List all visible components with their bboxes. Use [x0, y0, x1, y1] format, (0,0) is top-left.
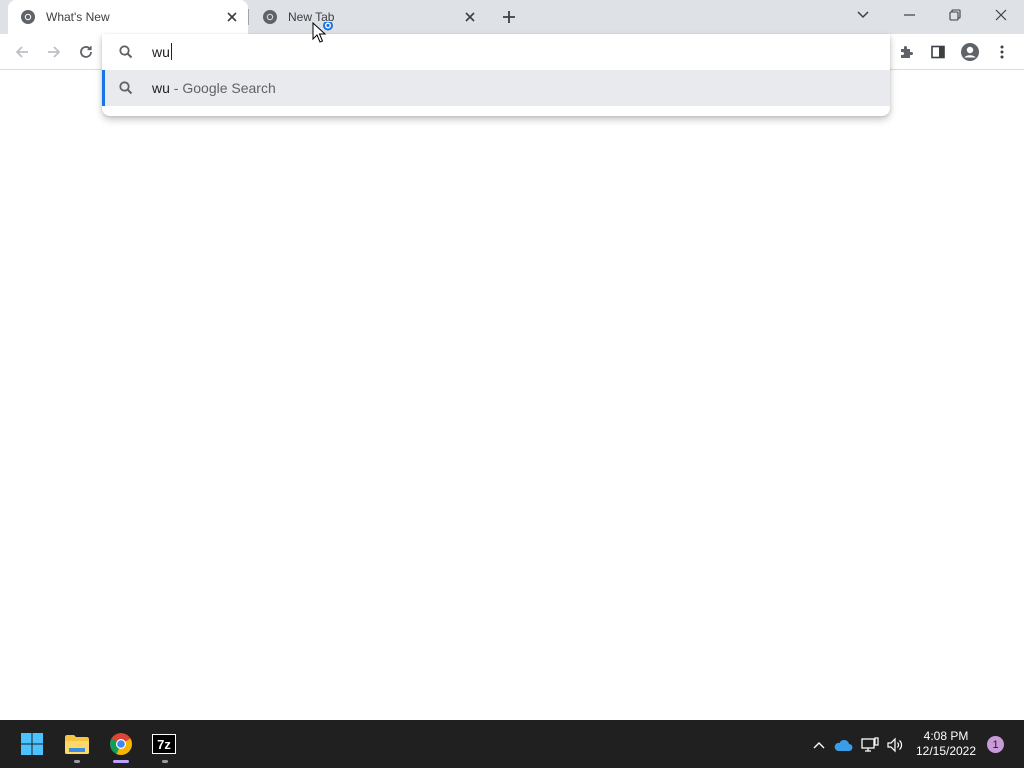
network-button[interactable]	[859, 735, 881, 755]
avatar-icon	[961, 43, 979, 61]
mouse-cursor-icon	[312, 20, 336, 46]
reload-icon	[80, 46, 92, 58]
notification-badge[interactable]: 1	[987, 736, 1004, 753]
close-window-button[interactable]	[978, 0, 1024, 30]
minimize-icon	[903, 14, 915, 16]
omnibox-input-value: wu	[152, 43, 170, 60]
show-hidden-icons-button[interactable]	[808, 735, 830, 755]
start-button[interactable]	[14, 726, 50, 762]
tab-close-icon[interactable]	[224, 9, 240, 25]
chrome-favicon-icon	[20, 9, 36, 25]
profile-button[interactable]	[956, 38, 984, 66]
tab-search-button[interactable]	[840, 0, 886, 30]
kebab-menu-icon	[1000, 45, 1004, 59]
suggestion-selected-bar	[102, 70, 105, 106]
clock-time: 4:08 PM	[923, 729, 969, 743]
side-panel-icon	[931, 45, 945, 59]
forward-button[interactable]	[40, 38, 68, 66]
minimize-button[interactable]	[886, 0, 932, 30]
text-caret	[170, 43, 172, 60]
chevron-down-icon	[857, 11, 869, 19]
forward-arrow-icon	[48, 46, 61, 58]
volume-button[interactable]	[884, 735, 906, 755]
app-running-indicator	[162, 760, 168, 763]
windows-icon	[21, 733, 43, 755]
reload-button[interactable]	[72, 38, 100, 66]
chevron-up-icon	[813, 742, 825, 749]
taskbar-7zip[interactable]: 7z	[146, 726, 182, 762]
taskbar-clock[interactable]: 4:08 PM 12/15/2022	[910, 729, 982, 759]
cloud-icon	[834, 739, 853, 751]
plus-icon	[503, 11, 515, 23]
tab-separator	[248, 9, 249, 25]
chrome-icon	[110, 733, 132, 755]
search-icon	[118, 80, 134, 96]
suggestion-description: Google Search	[182, 80, 276, 96]
back-arrow-icon	[15, 46, 28, 58]
taskbar-file-explorer[interactable]	[59, 726, 95, 762]
back-button[interactable]	[8, 38, 36, 66]
7zip-label: 7z	[157, 736, 171, 752]
side-panel-button[interactable]	[924, 38, 952, 66]
menu-button[interactable]	[988, 38, 1016, 66]
restore-icon	[949, 9, 961, 21]
omnibox-popup: wu wu - Google Search	[102, 34, 890, 116]
suggestion-separator: -	[169, 80, 183, 96]
suggestion-text: wu - Google Search	[152, 80, 276, 96]
tab-close-icon[interactable]	[462, 9, 478, 25]
puzzle-icon	[901, 46, 913, 58]
clock-date: 12/15/2022	[915, 744, 977, 758]
7zip-icon: 7z	[152, 734, 176, 754]
tab-new-tab[interactable]: New Tab	[250, 0, 486, 34]
extensions-button[interactable]	[892, 38, 920, 66]
omnibox-input[interactable]: wu	[152, 43, 172, 60]
close-icon	[995, 9, 1007, 21]
search-icon	[118, 44, 134, 60]
app-active-indicator	[113, 760, 129, 763]
restore-button[interactable]	[932, 0, 978, 30]
taskbar-chrome[interactable]	[103, 726, 139, 762]
tab-whats-new[interactable]: What's New	[8, 0, 248, 34]
onedrive-button[interactable]	[832, 735, 854, 755]
speaker-icon	[887, 737, 903, 753]
tab-title: What's New	[46, 10, 110, 24]
suggestion-query: wu	[152, 80, 170, 96]
folder-icon	[65, 735, 89, 754]
new-tab-button[interactable]	[498, 6, 520, 28]
chrome-favicon-icon	[262, 9, 278, 25]
network-icon	[861, 737, 879, 752]
app-running-indicator	[74, 760, 80, 763]
omnibox-input-row[interactable]	[102, 34, 890, 70]
